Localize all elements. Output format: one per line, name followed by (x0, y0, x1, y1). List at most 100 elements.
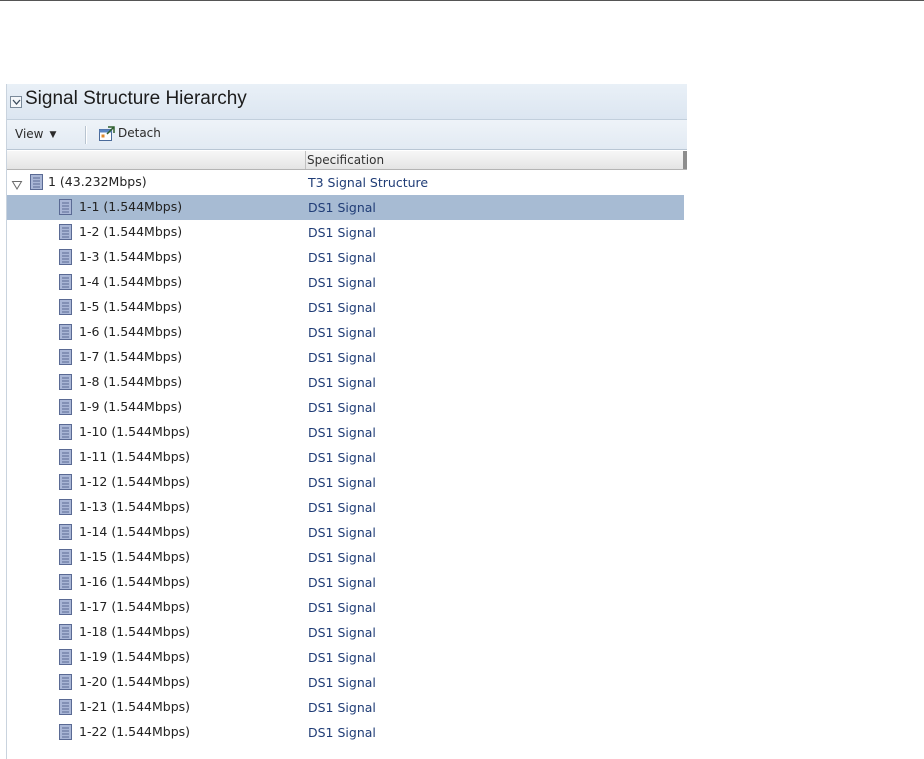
tree-row[interactable]: 1-3 (1.544Mbps) DS1 Signal (7, 245, 684, 270)
tree-node-label: 1-22 (1.544Mbps) (79, 724, 191, 739)
tree-node-label: 1-11 (1.544Mbps) (79, 449, 191, 464)
tree-row[interactable]: 1-15 (1.544Mbps) DS1 Signal (7, 545, 684, 570)
column-header-end (683, 151, 687, 169)
signal-node-icon (59, 449, 72, 465)
tree-node-label: 1-12 (1.544Mbps) (79, 474, 191, 489)
tree-row[interactable]: 1-19 (1.544Mbps) DS1 Signal (7, 645, 684, 670)
tree-row[interactable]: 1-12 (1.544Mbps) DS1 Signal (7, 470, 684, 495)
specification-cell: DS1 Signal (308, 450, 376, 465)
tree-node-label: 1-14 (1.544Mbps) (79, 524, 191, 539)
specification-cell: DS1 Signal (308, 575, 376, 590)
tree-row[interactable]: 1-8 (1.544Mbps) DS1 Signal (7, 370, 684, 395)
tree-node-label: 1-19 (1.544Mbps) (79, 649, 191, 664)
view-menu-label: View (15, 127, 44, 141)
view-menu-button[interactable]: View ▼ (15, 127, 56, 145)
panel-header: Signal Structure Hierarchy (7, 84, 687, 120)
tree-row[interactable]: 1-17 (1.544Mbps) DS1 Signal (7, 595, 684, 620)
signal-node-icon (59, 199, 72, 215)
tree-node-label: 1-10 (1.544Mbps) (79, 424, 191, 439)
specification-cell: DS1 Signal (308, 375, 376, 390)
tree-node-label: 1-5 (1.544Mbps) (79, 299, 183, 314)
signal-node-icon (59, 674, 72, 690)
tree-node-label: 1-18 (1.544Mbps) (79, 624, 191, 639)
tree-row[interactable]: 1-1 (1.544Mbps) DS1 Signal (7, 195, 684, 220)
top-divider (0, 0, 924, 1)
detach-icon (99, 126, 115, 141)
specification-cell: DS1 Signal (308, 225, 376, 240)
tree-node-label: 1-17 (1.544Mbps) (79, 599, 191, 614)
tree-row[interactable]: 1-22 (1.544Mbps) DS1 Signal (7, 720, 684, 745)
signal-node-icon (59, 324, 72, 340)
specification-cell: DS1 Signal (308, 500, 376, 515)
tree-row[interactable]: 1-6 (1.544Mbps) DS1 Signal (7, 320, 684, 345)
specification-cell: DS1 Signal (308, 525, 376, 540)
tree-row[interactable]: 1-21 (1.544Mbps) DS1 Signal (7, 695, 684, 720)
toolbar: View ▼ Detach (7, 120, 687, 150)
tree-node-label: 1-4 (1.544Mbps) (79, 274, 183, 289)
specification-cell: DS1 Signal (308, 325, 376, 340)
signal-node-icon (59, 624, 72, 640)
specification-cell: DS1 Signal (308, 650, 376, 665)
tree-row[interactable]: 1-20 (1.544Mbps) DS1 Signal (7, 670, 684, 695)
signal-node-icon (59, 524, 72, 540)
signal-node-icon (59, 274, 72, 290)
tree-row[interactable]: 1-2 (1.544Mbps) DS1 Signal (7, 220, 684, 245)
tree-row[interactable]: 1-4 (1.544Mbps) DS1 Signal (7, 270, 684, 295)
tree-row[interactable]: 1-13 (1.544Mbps) DS1 Signal (7, 495, 684, 520)
tree-row[interactable]: 1-7 (1.544Mbps) DS1 Signal (7, 345, 684, 370)
signal-node-icon (59, 224, 72, 240)
triangle-down-icon[interactable] (11, 176, 23, 190)
tree-node-label: 1-3 (1.544Mbps) (79, 249, 183, 264)
tree-node-label: 1-13 (1.544Mbps) (79, 499, 191, 514)
tree-node-label: 1-6 (1.544Mbps) (79, 324, 183, 339)
signal-node-icon (59, 349, 72, 365)
specification-cell: DS1 Signal (308, 475, 376, 490)
tree-root-row[interactable]: 1 (43.232Mbps) T3 Signal Structure (7, 170, 684, 195)
tree-row[interactable]: 1-11 (1.544Mbps) DS1 Signal (7, 445, 684, 470)
specification-cell: DS1 Signal (308, 600, 376, 615)
chevron-down-icon[interactable] (10, 96, 22, 108)
signal-node-icon (59, 374, 72, 390)
tree-node-label: 1-20 (1.544Mbps) (79, 674, 191, 689)
tree-row[interactable]: 1-10 (1.544Mbps) DS1 Signal (7, 420, 684, 445)
tree-node-label: 1-8 (1.544Mbps) (79, 374, 183, 389)
tree-node-label: 1-7 (1.544Mbps) (79, 349, 183, 364)
specification-cell: DS1 Signal (308, 275, 376, 290)
toolbar-separator (85, 126, 87, 144)
specification-cell: DS1 Signal (308, 425, 376, 440)
column-header-specification[interactable]: Specification (307, 153, 384, 167)
tree-row[interactable]: 1-5 (1.544Mbps) DS1 Signal (7, 295, 684, 320)
signal-node-icon (59, 424, 72, 440)
signal-node-icon (59, 724, 72, 740)
signal-node-icon (59, 699, 72, 715)
specification-cell: DS1 Signal (308, 625, 376, 640)
signal-node-icon (59, 574, 72, 590)
tree-table: 1 (43.232Mbps) T3 Signal Structure 1-1 (… (7, 170, 687, 759)
column-header-name[interactable] (7, 151, 306, 169)
specification-cell: T3 Signal Structure (308, 175, 429, 190)
specification-cell: DS1 Signal (308, 675, 376, 690)
signal-node-icon (59, 499, 72, 515)
tree-row[interactable]: 1-14 (1.544Mbps) DS1 Signal (7, 520, 684, 545)
signal-structure-panel: Signal Structure Hierarchy View ▼ Detach … (6, 84, 687, 759)
tree-node-label: 1-15 (1.544Mbps) (79, 549, 191, 564)
signal-node-icon (59, 249, 72, 265)
tree-node-label: 1-16 (1.544Mbps) (79, 574, 191, 589)
signal-node-icon (59, 549, 72, 565)
specification-cell: DS1 Signal (308, 400, 376, 415)
detach-label: Detach (118, 126, 161, 140)
signal-node-icon (59, 649, 72, 665)
specification-cell: DS1 Signal (308, 200, 376, 215)
signal-node-icon (59, 599, 72, 615)
specification-cell: DS1 Signal (308, 350, 376, 365)
signal-node-icon (30, 174, 43, 190)
tree-row[interactable]: 1-9 (1.544Mbps) DS1 Signal (7, 395, 684, 420)
signal-node-icon (59, 399, 72, 415)
tree-row[interactable]: 1-18 (1.544Mbps) DS1 Signal (7, 620, 684, 645)
specification-cell: DS1 Signal (308, 250, 376, 265)
tree-node-label: 1-1 (1.544Mbps) (79, 199, 183, 214)
tree-row[interactable]: 1-16 (1.544Mbps) DS1 Signal (7, 570, 684, 595)
specification-cell: DS1 Signal (308, 550, 376, 565)
caret-down-icon: ▼ (49, 130, 57, 140)
signal-node-icon (59, 474, 72, 490)
